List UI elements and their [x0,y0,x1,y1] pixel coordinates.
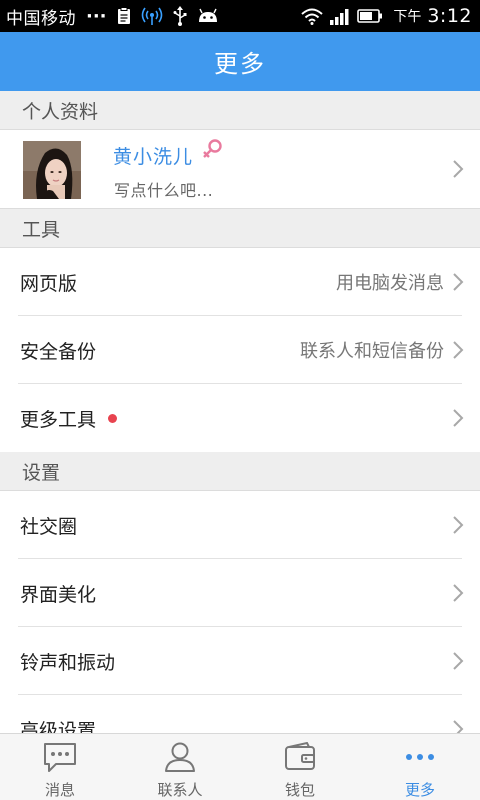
settings-list[interactable]: 个人资料 黄小洗儿 写点什么吧... 工具 网页版 用电脑发消息 安全备份 联系… [0,91,480,733]
settings-item-theme[interactable]: 界面美化 [0,559,480,627]
row-label: 社交圈 [20,515,78,538]
cell-signal-icon [329,6,351,26]
wallet-icon [280,740,320,774]
row-label: 网页版 [20,272,78,295]
female-gender-icon [201,138,223,164]
clock: 3:12 [427,5,472,27]
usb-icon [173,6,187,26]
chevron-right-icon [453,516,464,534]
section-header-profile: 个人资料 [0,91,480,130]
nav-label: 联系人 [157,781,203,799]
chevron-right-icon [453,341,464,359]
profile-status: 写点什么吧... [114,181,214,200]
row-label: 铃声和振动 [20,651,116,674]
nav-tab-more[interactable]: 更多 [360,734,480,800]
chevron-right-icon [453,273,464,291]
row-label: 安全备份 [20,340,97,363]
title-bar: 更多 [0,32,480,91]
wireless-signal-icon [141,6,163,26]
contact-icon [160,740,200,774]
nav-label: 钱包 [284,781,315,799]
settings-item-advanced[interactable]: 高级设置 [0,695,480,733]
settings-item-ringtone-vibration[interactable]: 铃声和振动 [0,627,480,695]
chevron-right-icon [453,652,464,670]
profile-name: 黄小洗儿 [113,146,194,168]
carrier-name: 中国移动 [6,8,76,29]
more-notifications-icon: ··· [86,5,107,27]
wifi-icon [301,6,323,26]
nav-tab-wallet[interactable]: 钱包 [240,734,360,800]
message-icon [40,740,80,774]
nav-tab-messages[interactable]: 消息 [0,734,120,800]
row-label: 界面美化 [20,583,97,606]
battery-icon [357,6,383,26]
more-dots-icon [400,740,440,774]
row-label: 高级设置 [20,719,97,734]
settings-item-social-circle[interactable]: 社交圈 [0,491,480,559]
row-label: 更多工具 [20,408,97,431]
chevron-right-icon [453,409,464,427]
nav-tab-contacts[interactable]: 联系人 [120,734,240,800]
tools-item-more-tools[interactable]: 更多工具 [0,384,480,452]
nav-label: 消息 [44,781,75,799]
chevron-right-icon [453,160,464,178]
page-title: 更多 [214,50,266,78]
bottom-nav: 消息 联系人 钱包 更多 [0,733,480,800]
profile-row[interactable]: 黄小洗儿 写点什么吧... [0,130,480,209]
tools-item-secure-backup[interactable]: 安全备份 联系人和短信备份 [0,316,480,384]
row-subtitle: 用电脑发消息 [336,273,444,294]
clipboard-icon [117,6,131,26]
section-header-tools: 工具 [0,209,480,248]
time-ampm: 下午 [393,9,422,25]
chevron-right-icon [453,584,464,602]
new-badge-dot [108,413,118,423]
status-bar: 中国移动 ··· 下午 3:12 [0,0,480,32]
row-subtitle: 联系人和短信备份 [300,341,444,362]
android-icon [197,6,219,26]
avatar[interactable] [23,141,81,199]
section-header-settings: 设置 [0,452,480,491]
chevron-right-icon [453,720,464,733]
tools-item-web-version[interactable]: 网页版 用电脑发消息 [0,248,480,316]
nav-label: 更多 [404,781,435,799]
